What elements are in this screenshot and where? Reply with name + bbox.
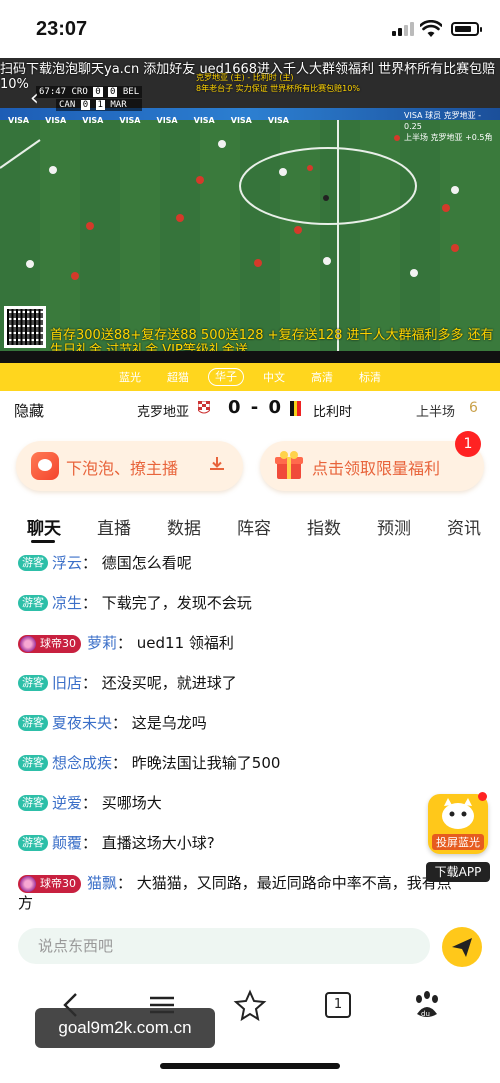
tab-news[interactable]: 资讯 (447, 514, 481, 539)
guest-tag: 游客 (18, 795, 48, 811)
download-icon (210, 457, 224, 470)
home-indicator (160, 1063, 340, 1069)
chat-message: 球帝30 猫飘： 大猫猫，又同路，最近同路命中率不高，我有点方 (18, 874, 452, 912)
chat-list[interactable]: 游客 浮云： 德国怎么看呢 游客 凉生： 下载完了，发现不会玩 球帝30 萝莉： ue… (0, 547, 500, 917)
match-score: 0 - 0 (228, 397, 284, 418)
chat-app-icon (31, 452, 59, 480)
qr-code-image (4, 306, 46, 348)
tabs-count-button[interactable]: 1 (325, 992, 351, 1018)
guest-tag: 游客 (18, 675, 48, 691)
wifi-icon (420, 20, 442, 37)
gift-icon (275, 451, 303, 479)
chat-username: 想念成疾 (52, 754, 113, 772)
live-stream-page: 23:07 VISA VISA VISA VISA VISA VISA VISA… (0, 0, 500, 1083)
chat-input-bar: 说点东西吧 (0, 918, 500, 974)
quality-option[interactable]: 高清 (298, 369, 346, 385)
quality-option[interactable]: 蓝光 (106, 369, 154, 385)
download-button-label: 下泡泡、撩主播 (66, 459, 179, 478)
chat-message: 球帝30 萝莉： ued11 领福利 (18, 633, 478, 653)
chat-input[interactable]: 说点东西吧 (18, 928, 430, 964)
guest-tag: 游客 (18, 715, 48, 731)
match-info-bar: 隐藏 克罗地亚 0 - 0 比利时 上半场 6 (0, 391, 500, 427)
chat-text: 买哪场大 (101, 794, 162, 812)
chat-username: 旧店 (52, 674, 83, 692)
chat-text: ued11 领福利 (136, 634, 234, 652)
guest-tag: 游客 (18, 555, 48, 571)
home-team-name: 克罗地亚 (137, 405, 190, 420)
tab-odds[interactable]: 指数 (307, 514, 341, 539)
quality-option[interactable]: 标清 (346, 369, 394, 385)
tab-data[interactable]: 数据 (167, 514, 201, 539)
tab-bar: 聊天 直播 数据 阵容 指数 预测 资讯 (0, 509, 500, 543)
video-player[interactable]: VISA VISA VISA VISA VISA VISA VISA VISA 扫码下载泡泡聊… (0, 58, 500, 363)
belgium-flag-icon (290, 401, 302, 416)
battery-icon (451, 22, 482, 36)
away-team-name: 比利时 (313, 405, 353, 420)
chat-message: 游客 凉生： 下载完了，发现不会玩 (18, 593, 478, 613)
vip-tag: 球帝30 (18, 875, 81, 893)
quality-selector: 蓝光 超猫 华子 中文 高清 标清 (0, 363, 500, 391)
chat-text: 直播这场大小球? (101, 834, 215, 852)
download-app-label: 下载APP (426, 862, 490, 882)
chat-message: 游客 逆爱： 买哪场大 (18, 793, 478, 813)
chat-username: 浮云 (52, 554, 83, 572)
claim-bonus-label: 点击领取限量福利 (312, 459, 441, 478)
send-icon (452, 938, 472, 957)
quality-option[interactable]: 超猫 (154, 369, 202, 385)
chat-username: 颠覆 (52, 834, 83, 852)
video-bottom-strip (0, 351, 500, 363)
chat-text: 还没买呢，就进球了 (101, 674, 237, 692)
chat-username: 凉生 (52, 594, 83, 612)
video-marquee-line2: 10% (0, 77, 29, 92)
chat-message: 游客 旧店： 还没买呢，就进球了 (18, 673, 478, 693)
active-tab-indicator (31, 540, 55, 543)
chat-message: 游客 夏夜未央： 这是乌龙吗 (18, 713, 478, 733)
claim-bonus-button[interactable]: 点击领取限量福利 (260, 441, 484, 491)
back-icon[interactable]: ‹ (30, 86, 39, 111)
chat-username: 夏夜未央 (52, 714, 113, 732)
video-scoreboard: 67:47 CRO 0 0 BEL CAN 0 1 MAR (36, 86, 143, 112)
chat-username: 猫飘 (87, 874, 118, 892)
cast-label: 投屏蓝光 (432, 834, 484, 850)
chat-message: 游客 颠覆： 直播这场大小球? (18, 833, 478, 853)
tab-live[interactable]: 直播 (97, 514, 131, 539)
video-promo-overlay: 克罗地亚 (主) - 比利时 (主) 8年老台子 实力保证 世界杯所有比赛包赔1… (196, 73, 360, 93)
hide-button[interactable]: 隐藏 (14, 400, 44, 421)
chat-text: 下载完了，发现不会玩 (101, 594, 252, 612)
tab-prediction[interactable]: 预测 (377, 514, 411, 539)
match-period-number: 6 (469, 400, 478, 416)
status-bar: 23:07 (0, 0, 500, 58)
send-button[interactable] (442, 927, 482, 967)
tab-chat[interactable]: 聊天 (27, 514, 61, 539)
star-icon[interactable] (230, 988, 270, 1022)
svg-text:du: du (421, 1010, 430, 1018)
chat-username: 萝莉 (87, 634, 118, 652)
chat-username: 逆爱 (52, 794, 83, 812)
chat-message: 游客 浮云： 德国怎么看呢 (18, 553, 478, 573)
chat-text: 这是乌龙吗 (131, 714, 207, 732)
croatia-flag-icon (198, 401, 210, 414)
quality-option[interactable]: 中文 (250, 369, 298, 385)
baidu-paw-icon[interactable]: du (407, 988, 447, 1022)
download-app-widget[interactable]: 投屏蓝光 下载APP (426, 792, 490, 882)
vip-tag: 球帝30 (18, 635, 81, 653)
status-time: 23:07 (36, 18, 88, 40)
signal-icon (392, 22, 414, 36)
download-chat-app-button[interactable]: 下泡泡、撩主播 (16, 441, 243, 491)
chat-text: 大猫猫，又同路，最近同路命中率不高，我有点方 (18, 874, 452, 912)
guest-tag: 游客 (18, 835, 48, 851)
guest-tag: 游客 (18, 755, 48, 771)
notification-badge: 1 (455, 431, 481, 457)
match-period: 上半场 (416, 405, 456, 420)
chat-text: 昨晚法国让我输了500 (131, 754, 281, 772)
chat-text: 德国怎么看呢 (101, 554, 192, 572)
quality-option-selected[interactable]: 华子 (208, 368, 244, 386)
watermark: goal9m2k.com.cn (35, 1008, 215, 1048)
tab-lineup[interactable]: 阵容 (237, 514, 271, 539)
video-odds-overlay: VISA 球员 克罗地亚 - 0.25 上半场 克罗地亚 +0.5角 (404, 111, 493, 142)
chat-message: 游客 想念成疾： 昨晚法国让我输了500 (18, 753, 478, 773)
app-notification-dot (478, 792, 487, 801)
guest-tag: 游客 (18, 595, 48, 611)
